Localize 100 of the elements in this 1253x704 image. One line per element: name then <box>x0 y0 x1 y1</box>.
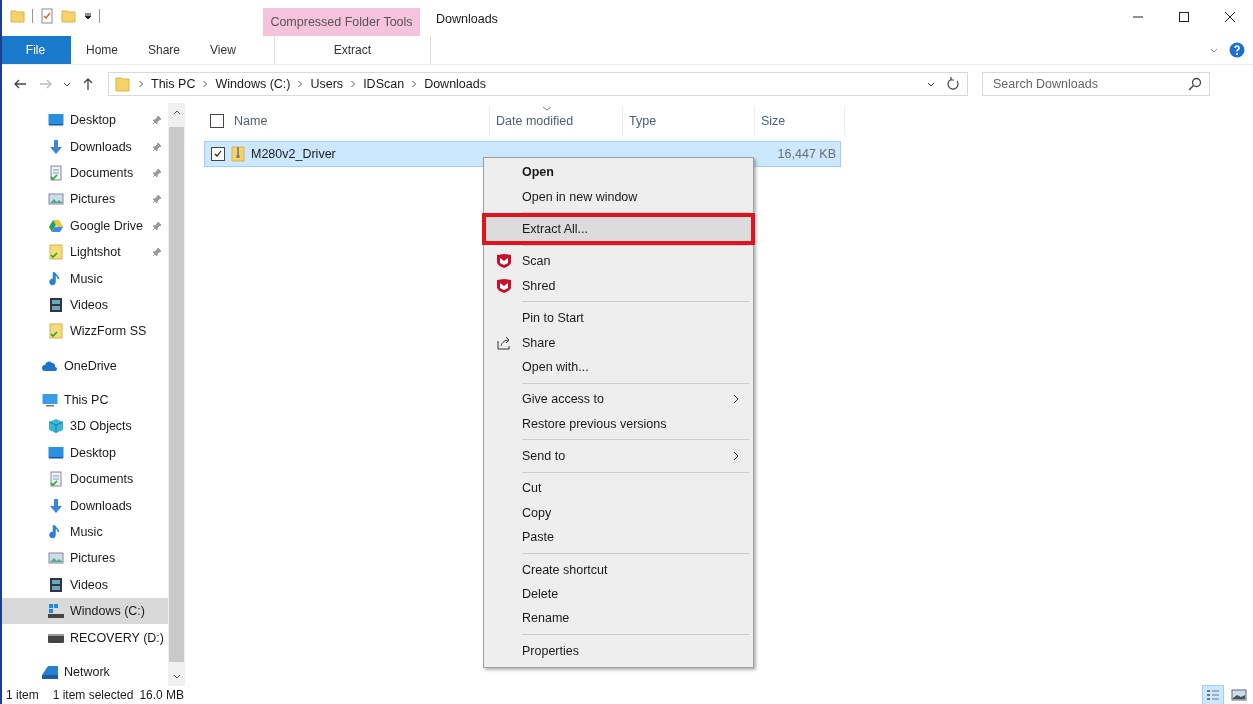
folder-icon[interactable] <box>10 8 26 24</box>
chevron-icon[interactable] <box>138 80 144 88</box>
nav-item-icon <box>42 664 58 680</box>
nav-item[interactable]: Documents <box>2 159 168 187</box>
zip-folder-icon <box>230 146 246 162</box>
breadcrumb[interactable]: Windows (C:) <box>215 77 291 91</box>
refresh-icon[interactable] <box>945 76 961 92</box>
ribbon-tab[interactable]: Home <box>71 36 133 64</box>
pin-icon[interactable] <box>152 115 162 126</box>
nav-item-icon <box>48 323 64 340</box>
menu-item[interactable]: Give access to <box>486 387 751 412</box>
column-header[interactable]: Size <box>761 113 786 128</box>
nav-item[interactable]: Lightshot <box>2 238 168 266</box>
pin-icon[interactable] <box>152 247 162 258</box>
menu-item[interactable]: Properties <box>486 638 751 664</box>
nav-item[interactable]: Windows (C:) <box>2 598 168 625</box>
item-count: 1 item <box>6 688 39 702</box>
menu-item[interactable]: Copy <box>486 500 751 526</box>
scrollbar[interactable] <box>168 103 185 686</box>
ribbon-tab[interactable]: File <box>2 36 71 64</box>
check-icon <box>213 149 223 159</box>
context-tab-group-label: Compressed Folder Tools <box>263 8 420 36</box>
nav-item-icon <box>48 418 64 435</box>
nav-item-icon <box>48 444 64 461</box>
ribbon-tab[interactable]: Share <box>133 36 196 64</box>
nav-item[interactable]: Network <box>2 658 168 686</box>
window-title: Downloads <box>436 12 498 26</box>
nav-item[interactable]: Music <box>2 265 168 292</box>
breadcrumb[interactable]: Downloads <box>424 77 486 91</box>
nav-item-icon <box>48 112 64 129</box>
nav-item-icon <box>48 164 64 181</box>
ribbon-tab[interactable]: View <box>195 36 251 64</box>
nav-item[interactable]: OneDrive <box>2 352 168 379</box>
nav-item[interactable]: Desktop <box>2 439 168 467</box>
menu-item[interactable]: Scan <box>486 249 751 274</box>
menu-item[interactable]: Share <box>486 330 751 355</box>
select-all-checkbox[interactable] <box>210 113 224 128</box>
file-size: 16,447 KB <box>777 147 836 161</box>
nav-item[interactable]: Pictures <box>2 545 168 572</box>
pin-icon[interactable] <box>152 167 162 178</box>
nav-item[interactable]: RECOVERY (D:) <box>2 624 168 651</box>
nav-item[interactable]: This PC <box>2 386 168 414</box>
pin-icon[interactable] <box>152 194 162 205</box>
nav-item[interactable]: Music <box>2 518 168 546</box>
column-header[interactable]: Type <box>629 113 657 128</box>
dropdown-icon[interactable] <box>83 11 93 21</box>
menu-item[interactable]: Paste <box>486 525 751 550</box>
menu-item[interactable]: Open in new window <box>486 184 751 209</box>
menu-item[interactable]: Send to <box>486 443 751 469</box>
breadcrumb[interactable]: Users <box>310 77 344 91</box>
nav-item[interactable]: Pictures <box>2 186 168 213</box>
pin-icon[interactable] <box>152 141 162 152</box>
selection-size: 16.0 MB <box>139 688 185 702</box>
nav-item-icon <box>48 138 64 155</box>
breadcrumb[interactable]: This PC <box>151 77 196 91</box>
nav-item-icon <box>48 471 64 488</box>
details-view-icon[interactable] <box>1203 686 1223 704</box>
nav-item[interactable]: 3D Objects <box>2 413 168 440</box>
column-header[interactable]: Date modified <box>496 113 574 128</box>
search-field[interactable]: Search Downloads <box>982 72 1210 96</box>
chevron-icon[interactable] <box>411 80 418 88</box>
search-icon <box>1187 76 1203 92</box>
chevron-icon[interactable] <box>350 80 357 88</box>
shield-icon <box>496 253 512 270</box>
new-folder-icon[interactable] <box>61 8 77 24</box>
menu-item[interactable]: Pin to Start <box>486 305 751 331</box>
column-header[interactable]: Name <box>234 113 268 128</box>
nav-item-icon <box>48 217 64 234</box>
menu-item[interactable]: Rename <box>486 606 751 631</box>
ribbon-tab[interactable]: Extract <box>273 36 431 64</box>
nav-item-icon <box>48 576 64 593</box>
help-icon[interactable] <box>1229 42 1245 58</box>
chevron-icon[interactable] <box>297 80 304 88</box>
chevron-icon[interactable] <box>202 80 209 88</box>
properties-icon[interactable] <box>39 8 55 24</box>
nav-item[interactable]: Desktop <box>2 107 168 134</box>
nav-item[interactable]: Google Drive <box>2 212 168 239</box>
nav-item-icon <box>48 550 64 567</box>
file-name: M280v2_Driver <box>251 147 336 161</box>
nav-item[interactable]: Videos <box>2 291 168 319</box>
menu-item[interactable]: Open with... <box>486 354 751 380</box>
menu-item[interactable]: Create shortcut <box>486 557 751 582</box>
pin-icon[interactable] <box>152 220 162 231</box>
menu-item[interactable]: Cut <box>486 476 751 501</box>
nav-item-icon <box>48 244 64 261</box>
nav-item[interactable]: Downloads <box>2 133 168 160</box>
nav-item[interactable]: Documents <box>2 466 168 493</box>
nav-item[interactable]: Downloads <box>2 492 168 519</box>
nav-item[interactable]: WizzForm SS <box>2 318 168 345</box>
breadcrumb[interactable]: IDScan <box>363 77 405 91</box>
nav-item-icon <box>48 497 64 514</box>
large-icons-view-icon[interactable] <box>1229 686 1249 704</box>
share-icon <box>496 334 512 351</box>
menu-item[interactable]: Restore previous versions <box>486 411 751 436</box>
nav-item[interactable]: Videos <box>2 571 168 599</box>
menu-item[interactable]: Delete <box>486 581 751 607</box>
menu-item[interactable]: Shred <box>486 273 751 298</box>
address-bar[interactable]: This PC Windows (C:) Users IDScan Downloads <box>108 72 968 96</box>
maximize-icon <box>1178 11 1190 23</box>
row-checkbox[interactable] <box>211 147 225 161</box>
